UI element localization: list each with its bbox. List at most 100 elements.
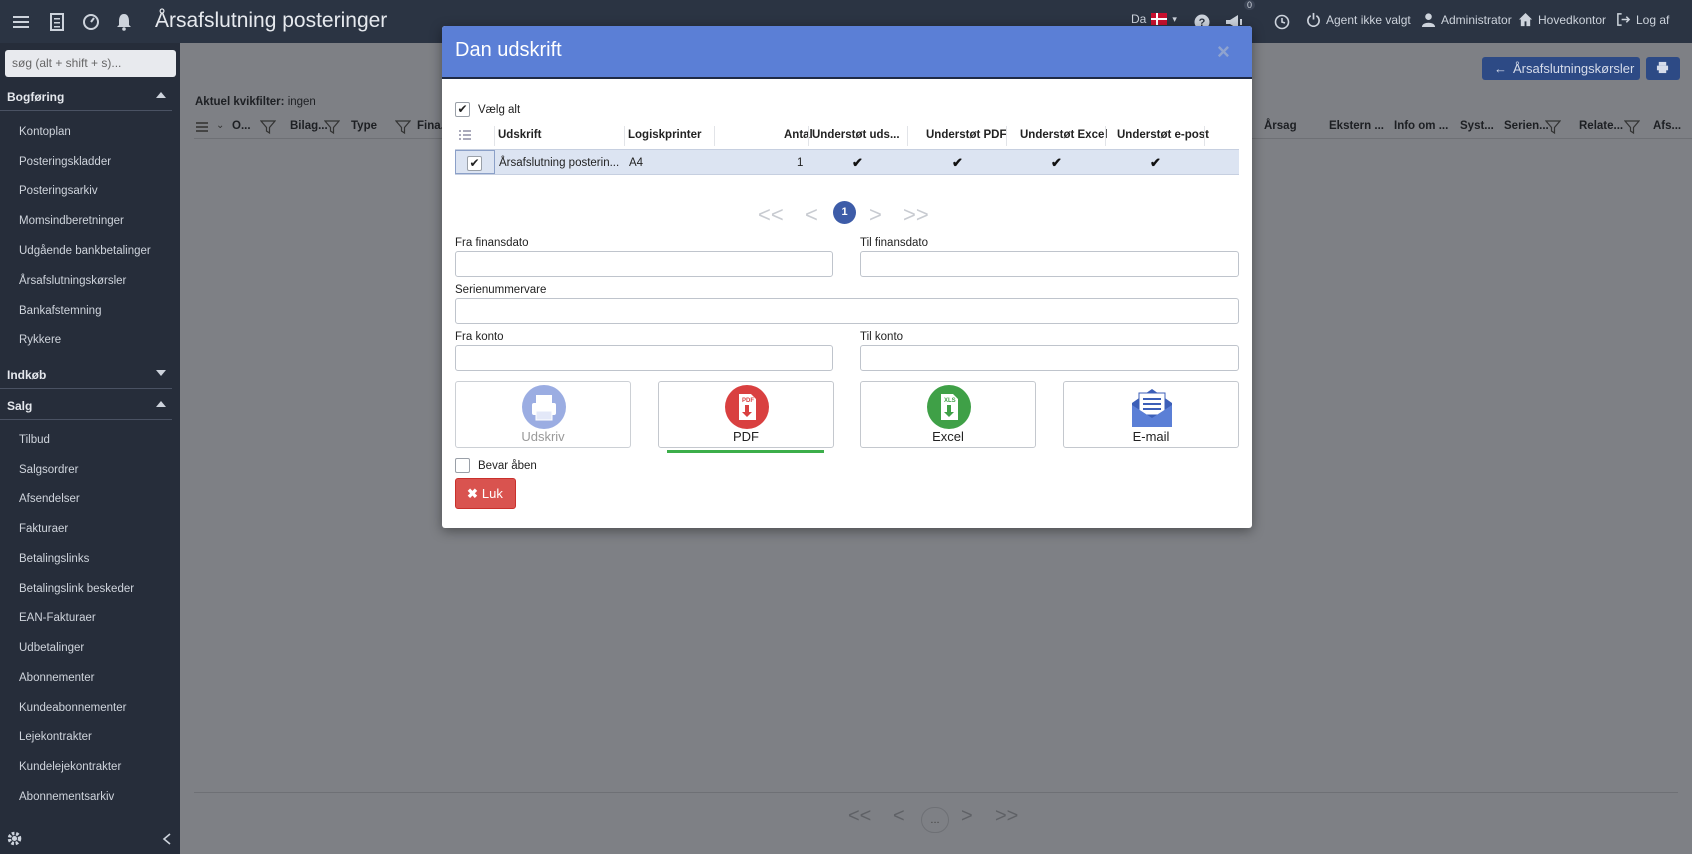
column-header[interactable]: Årsag [1264, 120, 1297, 132]
select-all-checkbox[interactable]: ✔ [455, 102, 470, 117]
sidebar-item-betalingslink-beskeder[interactable]: Betalingslink beskeder [19, 583, 134, 595]
gear-icon[interactable] [6, 830, 23, 847]
sidebar-item-lejekontrakter[interactable]: Lejekontrakter [19, 731, 92, 743]
column-header[interactable]: Serien... [1504, 120, 1549, 132]
column-header[interactable]: O... [232, 120, 251, 132]
sidebar-item-abonnementsarkiv[interactable]: Abonnementsarkiv [19, 791, 114, 803]
pager-next[interactable]: > [961, 805, 973, 828]
sidebar-item-kundelejekontrakter[interactable]: Kundelejekontrakter [19, 761, 121, 773]
til-finansdato-field[interactable] [860, 251, 1239, 277]
column-header-understot-pdf[interactable]: Understøt PDF [926, 129, 1007, 141]
sidebar-item-tilbud[interactable]: Tilbud [19, 434, 50, 446]
sidebar-item-momsindberetninger[interactable]: Momsindberetninger [19, 215, 124, 227]
row-checkbox[interactable]: ✔ [467, 156, 482, 171]
sidebar-section-indkob[interactable]: Indkøb [0, 361, 172, 389]
filter-icon[interactable] [260, 119, 276, 135]
select-all-label: Vælg alt [478, 104, 521, 116]
sidebar-item-arsafslutningskorsler[interactable]: Årsafslutningskørsler [19, 275, 126, 287]
column-header-udskrift[interactable]: Udskrift [498, 129, 541, 141]
sidebar-item-kontoplan[interactable]: Kontoplan [19, 126, 71, 138]
table-row[interactable]: ✔ Årsafslutning posterin... A4 1 ✔ ✔ ✔ ✔ [455, 149, 1239, 175]
sidebar-item-udgaende-bankbetalinger[interactable]: Udgående bankbetalinger [19, 245, 151, 257]
logout-link[interactable]: Log af [1616, 12, 1669, 27]
column-header[interactable]: Type [351, 120, 377, 132]
clock-icon[interactable] [1272, 12, 1292, 32]
agent-menu[interactable]: Agent ikke valgt [1306, 12, 1411, 27]
dialog-pager-prev[interactable]: < [805, 202, 818, 228]
til-konto-field[interactable] [860, 345, 1239, 371]
dialog-pager-current[interactable]: 1 [833, 201, 856, 224]
document-list-icon[interactable] [47, 12, 67, 32]
column-divider [494, 126, 495, 146]
quickfilter-label: Aktuel kvikfilter: [195, 96, 285, 108]
filter-icon[interactable] [1624, 119, 1640, 135]
keep-open-checkbox[interactable] [455, 458, 470, 473]
row-antal: 1 [797, 157, 804, 169]
envelope-icon [1130, 385, 1174, 429]
sidebar-item-posteringsarkiv[interactable]: Posteringsarkiv [19, 185, 98, 197]
pager-current[interactable]: ... [921, 807, 949, 833]
dialog-pager-last[interactable]: >> [903, 202, 929, 228]
filter-icon[interactable] [395, 119, 411, 135]
pager-first[interactable]: << [848, 805, 871, 828]
print-table-header: Udskrift Logiskprinter Antal Understøt u… [455, 123, 1239, 148]
dialog-pager-first[interactable]: << [758, 202, 784, 228]
pager-prev[interactable]: < [893, 805, 905, 828]
close-icon[interactable]: × [1217, 39, 1230, 65]
sidebar-item-abonnementer[interactable]: Abonnementer [19, 672, 94, 684]
column-divider [624, 126, 625, 146]
sidebar-item-betalingslinks[interactable]: Betalingslinks [19, 553, 89, 565]
column-header[interactable]: Ekstern ... [1329, 120, 1384, 132]
sidebar-section-bogforing[interactable]: Bogføring [0, 83, 172, 111]
fra-finansdato-field[interactable] [455, 251, 833, 277]
quickfilter-value: ingen [287, 96, 316, 108]
print-dialog: Dan udskrift × ✔ Vælg alt Udskrift Logis… [442, 26, 1252, 528]
filter-icon[interactable] [1545, 119, 1561, 135]
column-header[interactable]: Relate... [1579, 120, 1623, 132]
column-header-understot-udskrift[interactable]: Understøt uds... [812, 129, 900, 141]
column-header-logiskprinter[interactable]: Logiskprinter [628, 129, 701, 141]
sidebar-item-fakturaer[interactable]: Fakturaer [19, 523, 68, 535]
pager-last[interactable]: >> [995, 805, 1018, 828]
sidebar-item-afsendelser[interactable]: Afsendelser [19, 493, 80, 505]
column-chooser-icon[interactable] [196, 121, 208, 133]
x-icon: ✖ [467, 486, 478, 501]
print-button[interactable] [1646, 57, 1680, 80]
language-selector[interactable]: Da ▾ [1131, 12, 1177, 26]
sidebar-section-salg[interactable]: Salg [0, 392, 172, 420]
collapse-sidebar-icon[interactable] [161, 832, 173, 846]
sidebar-item-rykkere[interactable]: Rykkere [19, 334, 61, 346]
sidebar-item-salgsordrer[interactable]: Salgsordrer [19, 464, 78, 476]
print-output-button[interactable]: Udskriv [455, 381, 631, 448]
danish-flag-icon [1151, 13, 1168, 25]
sidebar-item-bankafstemning[interactable]: Bankafstemning [19, 305, 101, 317]
sidebar-item-kundeabonnementer[interactable]: Kundeabonnementer [19, 702, 126, 714]
pdf-output-button[interactable]: PDF PDF [658, 381, 834, 448]
user-menu[interactable]: Administrator [1421, 12, 1512, 27]
bell-icon[interactable] [114, 12, 134, 32]
serienummervare-field[interactable] [455, 298, 1239, 324]
sidebar-item-udbetalinger[interactable]: Udbetalinger [19, 642, 84, 654]
back-to-arsafslutningskorsler-button[interactable]: ← Årsafslutningskørsler [1482, 57, 1640, 80]
column-header-understot-excel[interactable]: Understøt Excel [1020, 129, 1108, 141]
column-header-understot-epost[interactable]: Understøt e-post [1117, 129, 1209, 141]
column-header[interactable]: Afs... [1653, 120, 1681, 132]
chevron-down-icon[interactable]: ⌄ [216, 120, 224, 131]
dashboard-icon[interactable] [81, 12, 101, 32]
column-header[interactable]: Info om ... [1394, 120, 1448, 132]
sidebar-search-input[interactable]: søg (alt + shift + s)... [5, 50, 176, 77]
sidebar-item-posteringskladder[interactable]: Posteringskladder [19, 156, 111, 168]
column-header[interactable]: Bilag... [290, 120, 328, 132]
sidebar: søg (alt + shift + s)... Bogføring Konto… [0, 43, 180, 854]
fra-konto-field[interactable] [455, 345, 833, 371]
dialog-pager-next[interactable]: > [869, 202, 882, 228]
email-output-button[interactable]: E-mail [1063, 381, 1239, 448]
quickfilter-text: Aktuel kvikfilter: ingen [195, 96, 316, 108]
column-header[interactable]: Syst... [1460, 120, 1494, 132]
close-button[interactable]: ✖ Luk [455, 478, 516, 509]
excel-output-button[interactable]: XLS Excel [860, 381, 1036, 448]
office-menu[interactable]: Hovedkontor [1518, 12, 1606, 27]
menu-icon[interactable] [11, 12, 31, 32]
sidebar-item-ean-fakturaer[interactable]: EAN-Fakturaer [19, 612, 96, 624]
filter-icon[interactable] [324, 119, 340, 135]
